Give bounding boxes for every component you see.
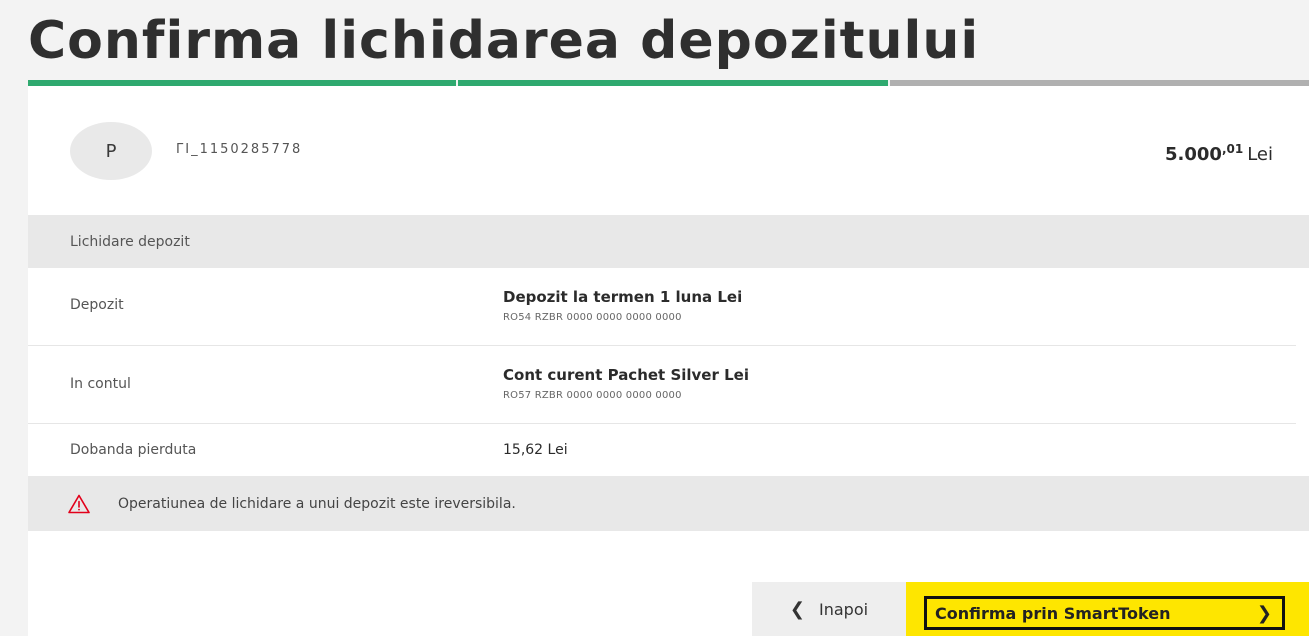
chevron-right-icon: ❯ bbox=[1256, 602, 1272, 624]
page-title: Confirma lichidarea depozitului bbox=[28, 11, 980, 71]
detail-row-account: In contul Cont curent Pachet Silver Lei … bbox=[28, 346, 1296, 424]
detail-row-interest: Dobanda pierduta 15,62 Lei bbox=[28, 424, 1296, 476]
chevron-left-icon: ❮ bbox=[789, 598, 806, 620]
deposit-iban: RO54 RZBR 0000 0000 0000 0000 bbox=[503, 312, 682, 323]
back-button-label: Inapoi bbox=[819, 599, 869, 619]
amount: 5.000,01 Lei bbox=[1165, 142, 1273, 165]
amount-currency: Lei bbox=[1247, 144, 1273, 165]
warning-triangle-icon bbox=[68, 494, 90, 513]
account-iban: RO57 RZBR 0000 0000 0000 0000 bbox=[503, 390, 682, 401]
confirmation-card: P ΓΙ_1150285778 5.000,01 Lei Lichidare de… bbox=[28, 86, 1309, 636]
confirm-button-label: Confirma prin SmartToken bbox=[935, 603, 1171, 623]
back-button[interactable]: ❮ Inapoi bbox=[752, 582, 906, 636]
warning-banner: Operatiunea de lichidare a unui depozit … bbox=[28, 476, 1309, 531]
avatar: P bbox=[70, 122, 152, 180]
confirm-smarttoken-button[interactable]: Confirma prin SmartToken ❯ bbox=[906, 582, 1309, 636]
section-label: Lichidare depozit bbox=[70, 233, 190, 250]
warning-text: Operatiunea de lichidare a unui depozit … bbox=[118, 495, 516, 512]
amount-integer: 5.000 bbox=[1165, 144, 1222, 165]
account-title: Cont curent Pachet Silver Lei bbox=[503, 366, 749, 384]
lost-interest-value: 15,62 Lei bbox=[503, 442, 568, 458]
section-header: Lichidare depozit bbox=[28, 215, 1309, 268]
row-label: Dobanda pierduta bbox=[70, 442, 197, 458]
row-label: Depozit bbox=[70, 297, 124, 313]
deposit-title: Depozit la termen 1 luna Lei bbox=[503, 288, 743, 306]
avatar-letter: P bbox=[105, 140, 117, 162]
account-header: P ΓΙ_1150285778 5.000,01 Lei bbox=[28, 86, 1309, 215]
row-label: In contul bbox=[70, 376, 131, 392]
amount-decimals: ,01 bbox=[1221, 142, 1244, 156]
confirm-button-focus-frame: Confirma prin SmartToken ❯ bbox=[924, 596, 1285, 630]
detail-row-deposit: Depozit Depozit la termen 1 luna Lei RO5… bbox=[28, 268, 1296, 346]
account-name: ΓΙ_1150285778 bbox=[176, 142, 303, 157]
